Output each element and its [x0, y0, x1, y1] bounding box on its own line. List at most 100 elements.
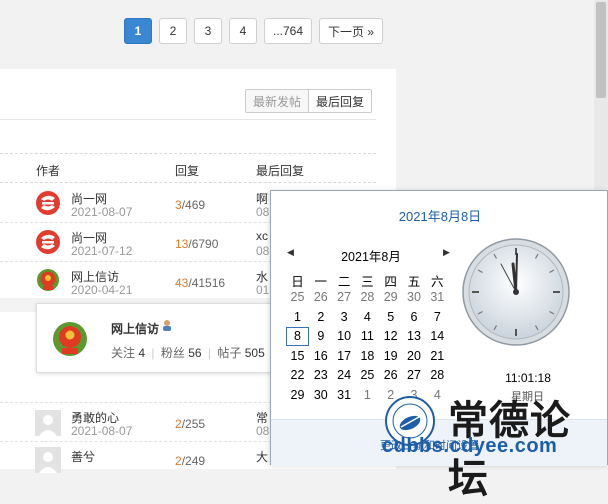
page-1-button[interactable]: 1	[124, 18, 152, 44]
calendar-day[interactable]: 30	[309, 386, 332, 405]
row-last-user[interactable]: xc	[256, 229, 268, 243]
calendar-day[interactable]: 3	[333, 308, 356, 327]
calendar-day[interactable]: 28	[426, 366, 449, 385]
row-counts: 3/469	[175, 198, 205, 212]
forum-watermark-url: cdbbs.cdyee.com	[382, 435, 558, 457]
calendar-day[interactable]: 18	[356, 347, 379, 366]
calendar-day[interactable]: 14	[426, 327, 449, 346]
follow-label: 关注	[111, 346, 136, 360]
user-hover-card: 网上信访 关注 4 | 粉丝 56 | 帖子 505	[36, 303, 284, 373]
calendar-day[interactable]: 13	[403, 327, 426, 346]
reply-count: 13	[175, 237, 189, 251]
row-date: 2021-08-07	[71, 424, 133, 438]
row-last-date: 08	[256, 244, 270, 258]
sort-toggle: 最新发帖 最后回复	[245, 89, 373, 113]
calendar-day[interactable]: 6	[403, 308, 426, 327]
calendar-day[interactable]: 11	[356, 327, 379, 346]
calendar-day[interactable]: 8	[286, 327, 309, 347]
view-count: /249	[181, 454, 206, 468]
row-date: 2021-08-07	[71, 205, 133, 219]
calendar-day[interactable]: 1	[356, 386, 379, 405]
calendar-day[interactable]: 29	[379, 288, 402, 307]
calendar-day[interactable]: 27	[333, 288, 356, 307]
card-username[interactable]: 网上信访	[111, 320, 159, 337]
row-author[interactable]: 善兮	[71, 448, 95, 465]
view-count: /469	[181, 198, 206, 212]
calendar-day[interactable]: 26	[379, 366, 402, 385]
row-date: 2020-04-21	[71, 283, 133, 297]
red-logo-avatar[interactable]	[35, 190, 61, 216]
reply-count: 43	[175, 276, 189, 290]
calendar-day[interactable]: 31	[333, 386, 356, 405]
calendar-day[interactable]: 27	[403, 366, 426, 385]
default-user-avatar[interactable]	[35, 447, 61, 473]
calendar-day[interactable]: 2	[309, 308, 332, 327]
default-user-avatar[interactable]	[35, 410, 61, 436]
next-month-arrow-icon[interactable]: ▶	[443, 247, 450, 258]
page-2-button[interactable]: 2	[159, 18, 187, 44]
calendar-day[interactable]: 29	[286, 386, 309, 405]
replies-header: 回复	[175, 164, 200, 178]
next-page-button[interactable]: 下一页 »	[319, 18, 384, 44]
calendar-day[interactable]: 7	[426, 308, 449, 327]
row-counts: 13/6790	[175, 237, 218, 251]
view-count: /255	[181, 417, 206, 431]
digital-time: 11:01:18	[505, 371, 551, 385]
separator: |	[151, 346, 155, 360]
emblem-avatar[interactable]	[35, 267, 61, 293]
calendar-day[interactable]: 16	[309, 347, 332, 366]
calendar-day[interactable]: 9	[309, 327, 332, 346]
calendar-day[interactable]: 20	[403, 347, 426, 366]
author-header: 作者	[36, 164, 61, 178]
row-counts: 2/249	[175, 454, 205, 468]
page-scrollbar[interactable]	[594, 0, 608, 190]
calendar-day[interactable]: 23	[309, 366, 332, 385]
follow-count[interactable]: 4	[138, 346, 145, 360]
divider	[0, 119, 376, 120]
reply-count: 3	[175, 198, 182, 212]
divider	[0, 153, 376, 155]
view-count: /41516	[188, 276, 226, 290]
calendar-day[interactable]: 24	[333, 366, 356, 385]
page-last-button[interactable]: ...764	[264, 18, 313, 44]
sort-newest-button[interactable]: 最新发帖	[245, 89, 310, 113]
reply-count: 2	[175, 417, 182, 431]
row-last-date: 08	[256, 205, 270, 219]
view-count: /6790	[188, 237, 219, 251]
calendar-day[interactable]: 1	[286, 308, 309, 327]
calendar-day[interactable]: 25	[356, 366, 379, 385]
pagination: 1 2 3 4 ...764 下一页 »	[124, 18, 384, 44]
calendar-day[interactable]: 30	[403, 288, 426, 307]
calendar-day[interactable]: 15	[286, 347, 309, 366]
fans-label: 粉丝	[160, 346, 185, 360]
calendar-day[interactable]: 31	[426, 288, 449, 307]
row-last-date: 08	[256, 424, 270, 438]
posts-count[interactable]: 505	[245, 346, 265, 360]
month-label[interactable]: 2021年8月	[296, 246, 446, 265]
row-last-user[interactable]: 大	[256, 448, 268, 465]
posts-label: 帖子	[217, 346, 242, 360]
calendar-day[interactable]: 4	[356, 308, 379, 327]
calendar-day[interactable]: 19	[379, 347, 402, 366]
full-date-link[interactable]: 2021年8月8日	[271, 206, 608, 225]
calendar-day[interactable]: 28	[356, 288, 379, 307]
calendar-day[interactable]: 12	[379, 327, 402, 346]
red-logo-avatar[interactable]	[35, 229, 61, 255]
separator: |	[207, 346, 212, 360]
calendar-day[interactable]: 17	[333, 347, 356, 366]
calendar-day[interactable]: 26	[309, 288, 332, 307]
calendar-day[interactable]: 10	[333, 327, 356, 346]
row-date: 2021-07-12	[71, 244, 133, 258]
calendar-day[interactable]: 21	[426, 347, 449, 366]
sort-latest-reply-button[interactable]: 最后回复	[309, 89, 373, 113]
calendar-day[interactable]: 22	[286, 366, 309, 385]
emblem-avatar-large[interactable]	[51, 320, 89, 358]
calendar-day[interactable]: 25	[286, 288, 309, 307]
calendar-day[interactable]: 5	[379, 308, 402, 327]
divider	[0, 182, 376, 184]
fans-count[interactable]: 56	[188, 346, 201, 360]
page-3-button[interactable]: 3	[194, 18, 222, 44]
prev-month-arrow-icon[interactable]: ◀	[287, 247, 294, 258]
page-4-button[interactable]: 4	[229, 18, 257, 44]
scrollbar-thumb[interactable]	[596, 2, 606, 98]
